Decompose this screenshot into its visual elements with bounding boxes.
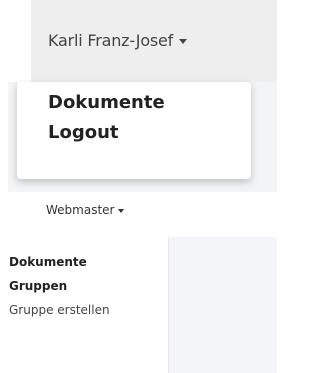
menu-item-gruppen[interactable]: Gruppen	[9, 279, 67, 293]
menu-item-logout[interactable]: Logout	[48, 122, 119, 143]
menu-item-gruppe-erstellen[interactable]: Gruppe erstellen	[9, 303, 110, 317]
page-background	[168, 237, 277, 373]
user-dropdown-menu: Dokumente Logout	[17, 82, 251, 179]
menu-item-dokumente[interactable]: Dokumente	[48, 92, 165, 113]
webmaster-name: Webmaster	[46, 203, 115, 217]
user-name: Karli Franz-Josef	[48, 31, 174, 50]
menu-item-dokumente[interactable]: Dokumente	[9, 255, 87, 269]
caret-down-icon	[179, 39, 188, 44]
webmaster-menu-toggle[interactable]: Webmaster	[46, 200, 125, 220]
webmaster-dropdown-menu: Dokumente Gruppen Gruppe erstellen	[0, 237, 169, 373]
caret-down-icon	[118, 208, 125, 213]
user-menu-toggle[interactable]: Karli Franz-Josef	[31, 0, 277, 82]
